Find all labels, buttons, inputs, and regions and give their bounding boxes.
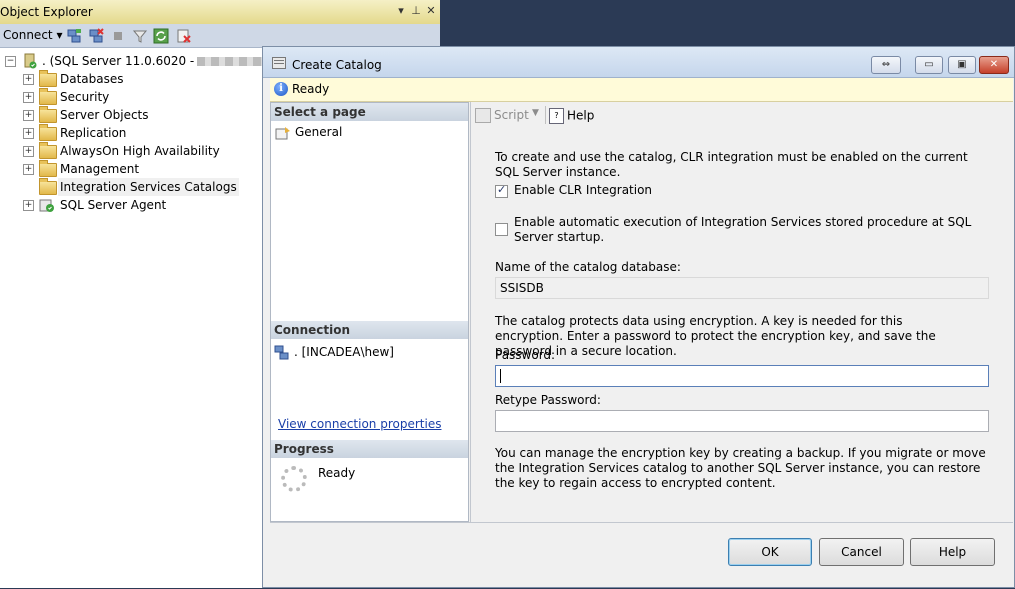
dialog-button-bar: OK Cancel Help xyxy=(270,522,1013,589)
progress-header: Progress xyxy=(271,440,468,458)
catalog-db-value: SSISDB xyxy=(500,281,544,295)
ok-button[interactable]: OK xyxy=(728,538,812,566)
folder-icon xyxy=(39,178,57,195)
resize-arrows-icon[interactable]: ⇔ xyxy=(871,56,901,74)
server-label-text: . (SQL Server 11.0.6020 - xyxy=(42,54,195,68)
expand-icon[interactable]: + xyxy=(23,164,34,175)
help-icon: ? xyxy=(549,108,564,124)
auto-exec-checkbox[interactable] xyxy=(495,223,508,236)
backup-info-text: You can manage the encryption key by cre… xyxy=(495,446,986,490)
page-item-label: General xyxy=(295,125,343,139)
general-page-content: Script ▼ ? Help To create and use the cat… xyxy=(470,102,1013,522)
info-icon: i xyxy=(274,82,288,96)
progress-spinner-icon xyxy=(281,466,307,492)
expand-icon[interactable]: + xyxy=(23,92,34,103)
help-toolbar-button[interactable]: ? Help xyxy=(549,108,594,124)
tree-label: SQL Server Agent xyxy=(60,198,167,212)
folder-icon xyxy=(39,88,57,105)
object-explorer-toolbar: Connect ▾ xyxy=(0,24,440,48)
collapse-icon[interactable]: − xyxy=(5,56,16,67)
object-explorer-title: Object Explorer xyxy=(0,5,93,19)
script-button[interactable]: Script xyxy=(475,108,529,123)
server-label: . (SQL Server 11.0.6020 - xyxy=(42,52,280,70)
connection-header: Connection xyxy=(271,321,468,339)
minimize-button[interactable]: ▭ xyxy=(915,56,943,74)
object-explorer-titlebar: Object Explorer ▾ ⊥ ✕ xyxy=(0,0,440,25)
maximize-button[interactable]: ▣ xyxy=(948,56,976,74)
password-input[interactable] xyxy=(495,365,989,387)
script-icon xyxy=(475,108,491,123)
tree-label: AlwaysOn High Availability xyxy=(60,144,220,158)
select-page-header: Select a page xyxy=(271,103,468,121)
connection-item: . [INCADEA\hew] xyxy=(274,343,394,361)
agent-icon xyxy=(39,199,54,212)
folder-icon xyxy=(39,160,57,177)
progress-item: Ready xyxy=(278,466,458,506)
connect-server-icon[interactable] xyxy=(66,28,82,44)
left-pane: Select a page General Connection . [INCA… xyxy=(270,102,469,522)
tree-label: Management xyxy=(60,162,140,176)
connect-label: Connect xyxy=(3,28,53,42)
folder-icon xyxy=(39,124,57,141)
tree-node-server[interactable]: − . (SQL Server 11.0.6020 - xyxy=(0,52,280,70)
retype-password-label: Retype Password: xyxy=(495,393,601,407)
enable-clr-label[interactable]: Enable CLR Integration xyxy=(514,183,652,198)
delete-icon[interactable] xyxy=(176,28,192,44)
expand-icon[interactable]: + xyxy=(23,146,34,157)
page-icon xyxy=(275,126,290,139)
auto-exec-label[interactable]: Enable automatic execution of Integratio… xyxy=(514,215,974,245)
object-explorer-tree: − . (SQL Server 11.0.6020 - + Databases … xyxy=(0,48,280,588)
catalog-db-label: Name of the catalog database: xyxy=(495,260,681,274)
view-connection-properties-link[interactable]: View connection properties xyxy=(278,417,441,431)
retype-password-input[interactable] xyxy=(495,410,989,432)
catalog-db-field: SSISDB xyxy=(495,277,989,299)
clr-info-text: To create and use the catalog, CLR integ… xyxy=(495,150,968,179)
dialog-title: Create Catalog xyxy=(292,58,382,72)
catalog-icon xyxy=(272,57,286,69)
enable-clr-checkbox[interactable] xyxy=(495,183,508,198)
toolbar-separator xyxy=(545,106,546,124)
connect-button[interactable]: Connect ▾ xyxy=(3,28,62,42)
cancel-button[interactable]: Cancel xyxy=(819,538,904,566)
script-dropdown-icon[interactable]: ▼ xyxy=(532,108,539,118)
close-button[interactable]: ✕ xyxy=(979,56,1009,74)
password-label: Password: xyxy=(495,348,556,362)
tree-label: Security xyxy=(60,90,110,104)
tree-label: Replication xyxy=(60,126,127,140)
create-catalog-dialog: Create Catalog ⇔ ▭ ▣ ✕ i Ready Select a … xyxy=(262,46,1015,588)
pin-icon[interactable]: ⊥ xyxy=(409,4,423,18)
expand-icon[interactable]: + xyxy=(23,74,34,85)
connection-value: . [INCADEA\hew] xyxy=(294,345,394,359)
disconnect-server-icon[interactable] xyxy=(88,28,104,44)
help-label: Help xyxy=(567,108,595,123)
connection-icon xyxy=(274,345,289,359)
status-bar: i Ready xyxy=(270,78,1013,102)
stop-icon[interactable] xyxy=(110,28,126,44)
folder-icon xyxy=(39,142,57,159)
folder-icon xyxy=(39,106,57,123)
folder-icon xyxy=(39,70,57,87)
dialog-titlebar[interactable]: Create Catalog ⇔ ▭ ▣ ✕ xyxy=(263,47,1014,78)
refresh-icon[interactable] xyxy=(153,28,169,44)
text-caret xyxy=(500,369,501,383)
tree-label: Databases xyxy=(60,72,124,86)
filter-icon[interactable] xyxy=(132,28,148,44)
close-icon[interactable]: ✕ xyxy=(424,4,438,18)
expand-icon[interactable]: + xyxy=(23,110,34,121)
status-text: Ready xyxy=(292,82,330,96)
script-label: Script xyxy=(494,108,529,122)
encryption-info-text: The catalog protects data using encrypti… xyxy=(495,314,936,358)
tree-label: Server Objects xyxy=(60,108,149,122)
page-item-general[interactable]: General xyxy=(275,124,342,140)
dropdown-arrow-icon[interactable]: ▾ xyxy=(394,4,408,18)
expand-icon[interactable]: + xyxy=(23,200,34,211)
tree-label: Integration Services Catalogs xyxy=(58,178,239,196)
help-button[interactable]: Help xyxy=(910,538,995,566)
progress-status: Ready xyxy=(318,466,356,480)
expand-icon[interactable]: + xyxy=(23,128,34,139)
server-icon xyxy=(24,53,37,69)
dialog-toolbar: Script ▼ ? Help xyxy=(471,102,1013,128)
